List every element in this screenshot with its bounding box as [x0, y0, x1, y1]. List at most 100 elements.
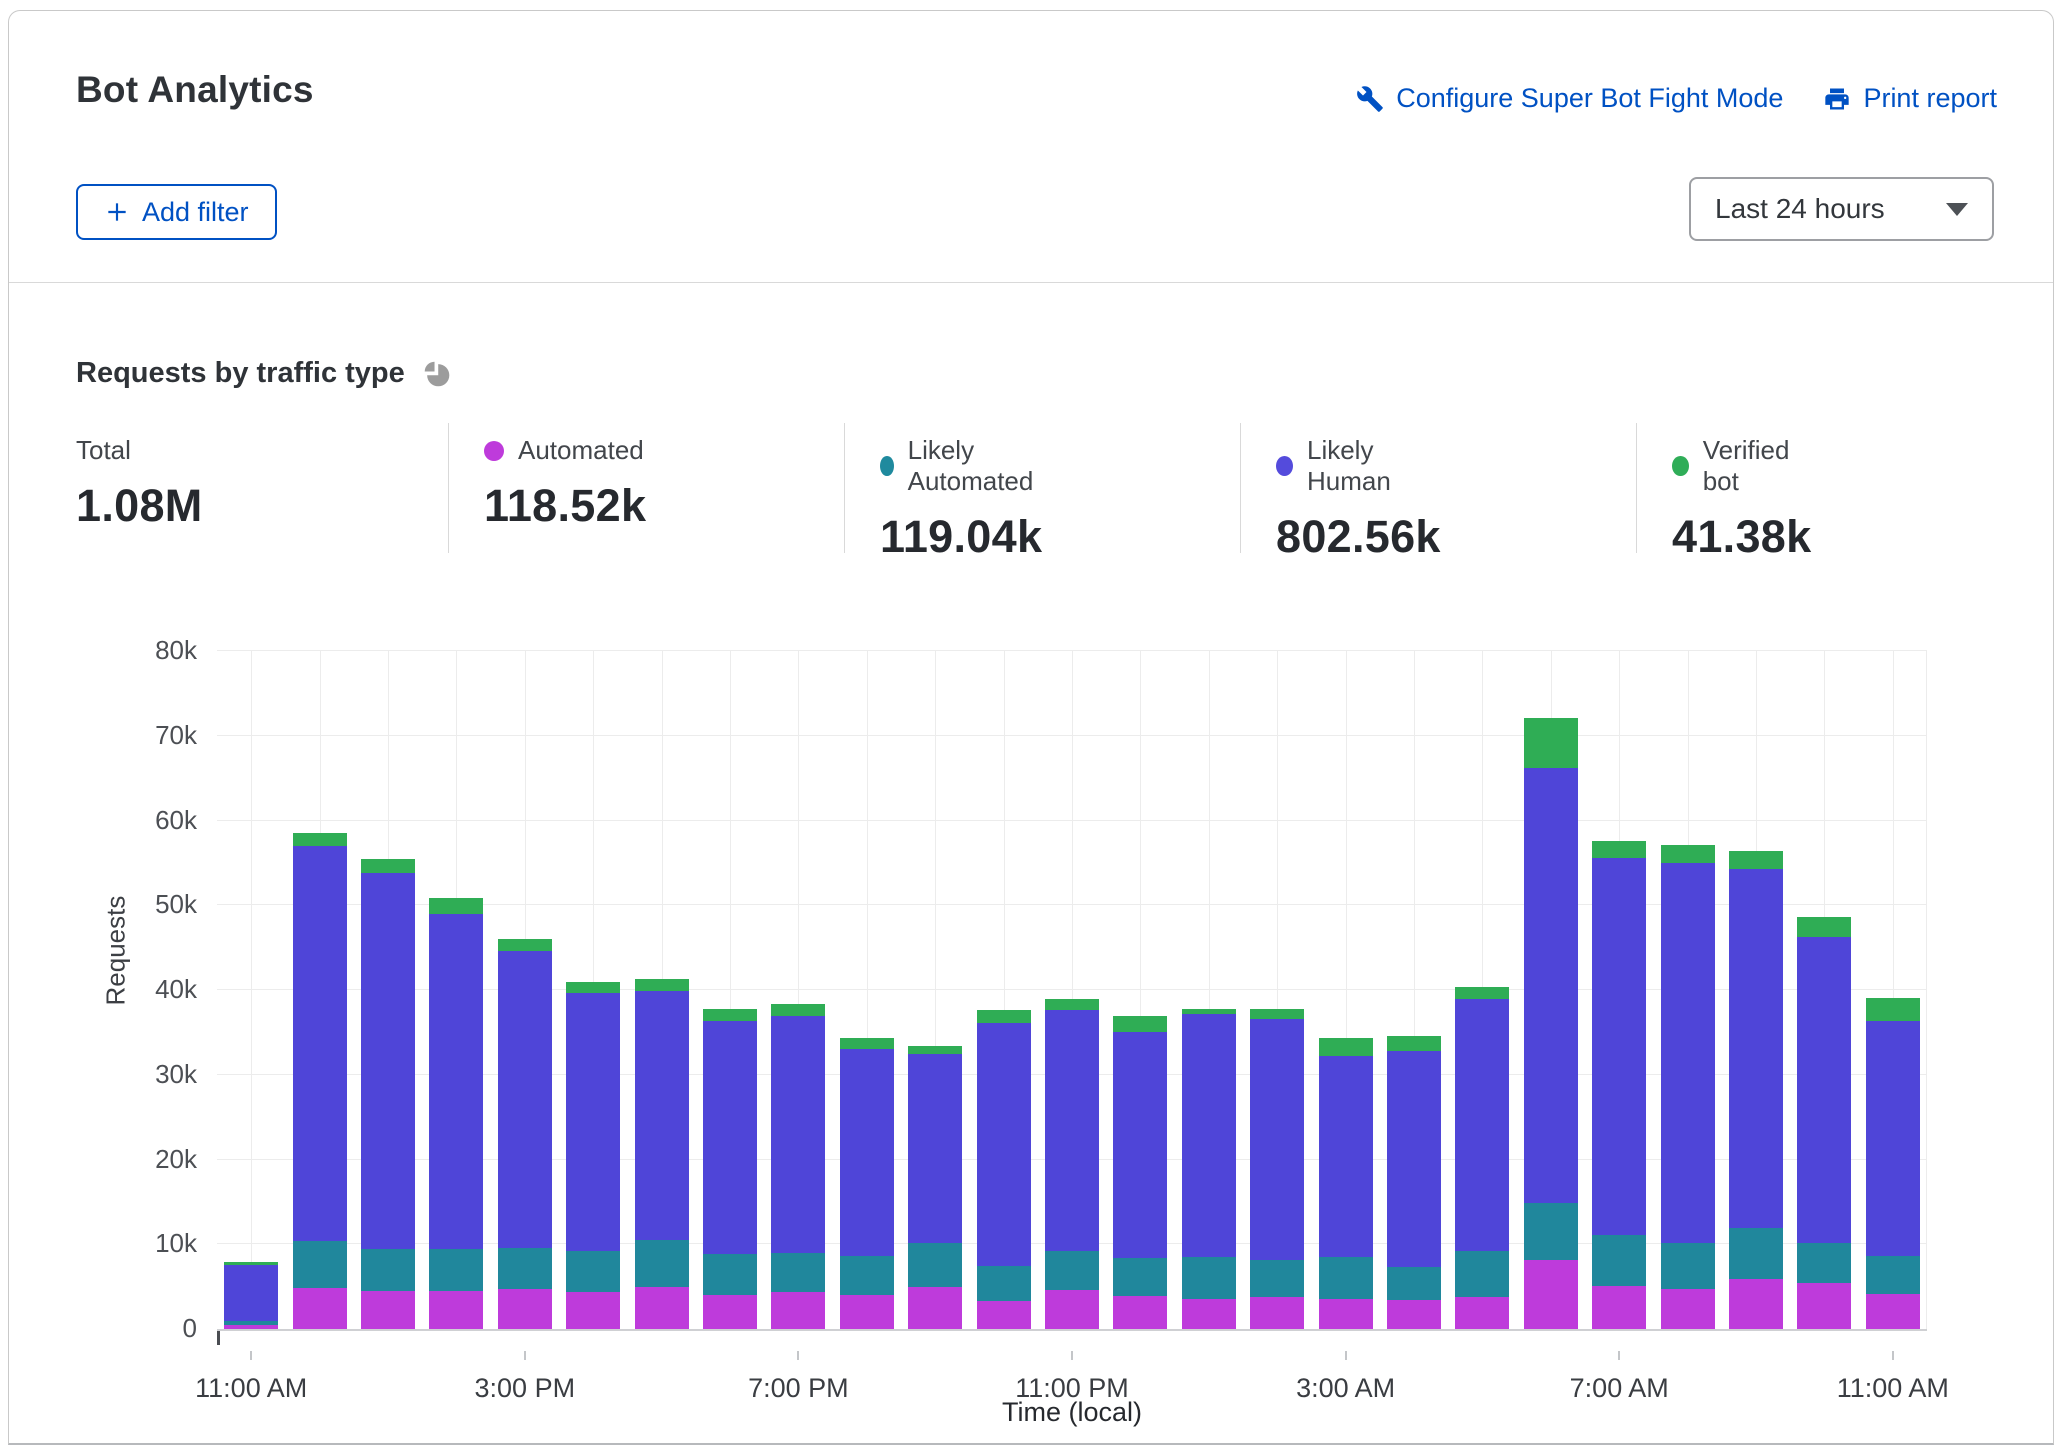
bar-8-segment-automated[interactable]: [703, 1295, 757, 1329]
bar-12-segment-likely-automated[interactable]: [977, 1266, 1031, 1301]
bar-21-segment-likely-human[interactable]: [1592, 858, 1646, 1235]
bar-18-segment-likely-automated[interactable]: [1387, 1267, 1441, 1300]
bar-18-segment-automated[interactable]: [1387, 1300, 1441, 1329]
bar-22-segment-verified-bot[interactable]: [1661, 845, 1715, 863]
bar-15-segment-likely-automated[interactable]: [1182, 1257, 1236, 1299]
bar-25-segment-verified-bot[interactable]: [1866, 998, 1920, 1021]
bar-20-segment-verified-bot[interactable]: [1524, 718, 1578, 768]
configure-super-bot-fight-mode-link[interactable]: Configure Super Bot Fight Mode: [1356, 83, 1783, 114]
bar-5-segment-automated[interactable]: [498, 1289, 552, 1329]
bar-17-segment-likely-human[interactable]: [1319, 1056, 1373, 1257]
bar-6-segment-likely-human[interactable]: [566, 993, 620, 1251]
bar-15-segment-likely-human[interactable]: [1182, 1014, 1236, 1257]
bar-2-segment-automated[interactable]: [293, 1288, 347, 1329]
bar-19-segment-likely-automated[interactable]: [1455, 1251, 1509, 1297]
bar-16-segment-likely-automated[interactable]: [1250, 1260, 1304, 1297]
bar-8-segment-likely-human[interactable]: [703, 1021, 757, 1253]
bar-12-segment-likely-human[interactable]: [977, 1023, 1031, 1266]
bar-4-segment-likely-human[interactable]: [429, 914, 483, 1250]
bar-7-segment-likely-automated[interactable]: [635, 1240, 689, 1287]
bar-10-segment-likely-human[interactable]: [840, 1049, 894, 1256]
bar-9-segment-verified-bot[interactable]: [771, 1004, 825, 1017]
bar-11-segment-automated[interactable]: [908, 1287, 962, 1329]
bar-8-segment-verified-bot[interactable]: [703, 1009, 757, 1022]
bar-13-segment-automated[interactable]: [1045, 1290, 1099, 1329]
bar-20-segment-likely-human[interactable]: [1524, 768, 1578, 1203]
bar-15-segment-automated[interactable]: [1182, 1299, 1236, 1329]
bar-22-segment-automated[interactable]: [1661, 1289, 1715, 1329]
bar-22-segment-likely-human[interactable]: [1661, 863, 1715, 1244]
add-filter-button[interactable]: Add filter: [76, 184, 277, 240]
bar-1-segment-likely-human[interactable]: [224, 1265, 278, 1321]
bar-13-segment-likely-human[interactable]: [1045, 1010, 1099, 1252]
bar-2-segment-likely-automated[interactable]: [293, 1241, 347, 1288]
bar-10-segment-verified-bot[interactable]: [840, 1038, 894, 1049]
bar-10-segment-likely-automated[interactable]: [840, 1256, 894, 1295]
bar-14-segment-likely-human[interactable]: [1113, 1032, 1167, 1258]
bar-12-segment-verified-bot[interactable]: [977, 1010, 1031, 1023]
bar-18-segment-likely-human[interactable]: [1387, 1051, 1441, 1267]
bar-23-segment-likely-automated[interactable]: [1729, 1228, 1783, 1279]
bar-14-segment-automated[interactable]: [1113, 1296, 1167, 1329]
bar-20-segment-likely-automated[interactable]: [1524, 1203, 1578, 1261]
bar-11-segment-likely-human[interactable]: [908, 1054, 962, 1243]
bar-13-segment-likely-automated[interactable]: [1045, 1251, 1099, 1290]
bar-2-segment-likely-human[interactable]: [293, 846, 347, 1241]
bar-20-segment-automated[interactable]: [1524, 1260, 1578, 1329]
bar-9-segment-automated[interactable]: [771, 1292, 825, 1329]
bar-19-segment-verified-bot[interactable]: [1455, 987, 1509, 999]
bar-18-segment-verified-bot[interactable]: [1387, 1036, 1441, 1051]
bar-16-segment-automated[interactable]: [1250, 1297, 1304, 1329]
bar-25-segment-likely-automated[interactable]: [1866, 1256, 1920, 1294]
bar-4-segment-verified-bot[interactable]: [429, 898, 483, 913]
bar-23-segment-verified-bot[interactable]: [1729, 851, 1783, 869]
bar-4-segment-automated[interactable]: [429, 1291, 483, 1329]
bar-2-segment-verified-bot[interactable]: [293, 833, 347, 846]
bar-3-segment-automated[interactable]: [361, 1291, 415, 1329]
bar-19-segment-automated[interactable]: [1455, 1297, 1509, 1329]
bar-9-segment-likely-automated[interactable]: [771, 1253, 825, 1292]
bar-16-segment-likely-human[interactable]: [1250, 1019, 1304, 1260]
bar-8-segment-likely-automated[interactable]: [703, 1254, 757, 1296]
bar-6-segment-automated[interactable]: [566, 1292, 620, 1329]
bar-13-segment-verified-bot[interactable]: [1045, 999, 1099, 1009]
bar-24-segment-likely-automated[interactable]: [1797, 1243, 1851, 1283]
bar-10-segment-automated[interactable]: [840, 1295, 894, 1329]
bar-24-segment-automated[interactable]: [1797, 1283, 1851, 1329]
print-report-link[interactable]: Print report: [1823, 83, 1997, 114]
bar-24-segment-likely-human[interactable]: [1797, 937, 1851, 1244]
bar-17-segment-verified-bot[interactable]: [1319, 1038, 1373, 1056]
bar-22-segment-likely-automated[interactable]: [1661, 1243, 1715, 1289]
bar-5-segment-likely-human[interactable]: [498, 951, 552, 1248]
bar-1-segment-verified-bot[interactable]: [224, 1262, 278, 1265]
bar-15-segment-verified-bot[interactable]: [1182, 1009, 1236, 1014]
bar-17-segment-likely-automated[interactable]: [1319, 1257, 1373, 1299]
bar-25-segment-likely-human[interactable]: [1866, 1021, 1920, 1256]
bar-23-segment-likely-human[interactable]: [1729, 869, 1783, 1228]
bar-9-segment-likely-human[interactable]: [771, 1016, 825, 1252]
bar-21-segment-automated[interactable]: [1592, 1286, 1646, 1329]
bar-12-segment-automated[interactable]: [977, 1301, 1031, 1329]
bar-23-segment-automated[interactable]: [1729, 1279, 1783, 1329]
bar-3-segment-verified-bot[interactable]: [361, 859, 415, 873]
bar-6-segment-verified-bot[interactable]: [566, 982, 620, 994]
bar-24-segment-verified-bot[interactable]: [1797, 917, 1851, 936]
bar-14-segment-likely-automated[interactable]: [1113, 1258, 1167, 1296]
bar-6-segment-likely-automated[interactable]: [566, 1251, 620, 1292]
bar-7-segment-verified-bot[interactable]: [635, 979, 689, 991]
bar-19-segment-likely-human[interactable]: [1455, 999, 1509, 1251]
bar-25-segment-automated[interactable]: [1866, 1294, 1920, 1329]
bar-21-segment-likely-automated[interactable]: [1592, 1235, 1646, 1286]
time-range-select[interactable]: Last 24 hours: [1689, 177, 1994, 241]
bar-7-segment-likely-human[interactable]: [635, 991, 689, 1240]
bar-5-segment-likely-automated[interactable]: [498, 1248, 552, 1290]
bar-5-segment-verified-bot[interactable]: [498, 939, 552, 951]
bar-7-segment-automated[interactable]: [635, 1287, 689, 1329]
bar-16-segment-verified-bot[interactable]: [1250, 1009, 1304, 1019]
bar-11-segment-likely-automated[interactable]: [908, 1243, 962, 1286]
bar-1-segment-automated[interactable]: [224, 1325, 278, 1329]
bar-14-segment-verified-bot[interactable]: [1113, 1016, 1167, 1031]
bar-11-segment-verified-bot[interactable]: [908, 1046, 962, 1054]
bar-21-segment-verified-bot[interactable]: [1592, 841, 1646, 858]
bar-4-segment-likely-automated[interactable]: [429, 1249, 483, 1291]
